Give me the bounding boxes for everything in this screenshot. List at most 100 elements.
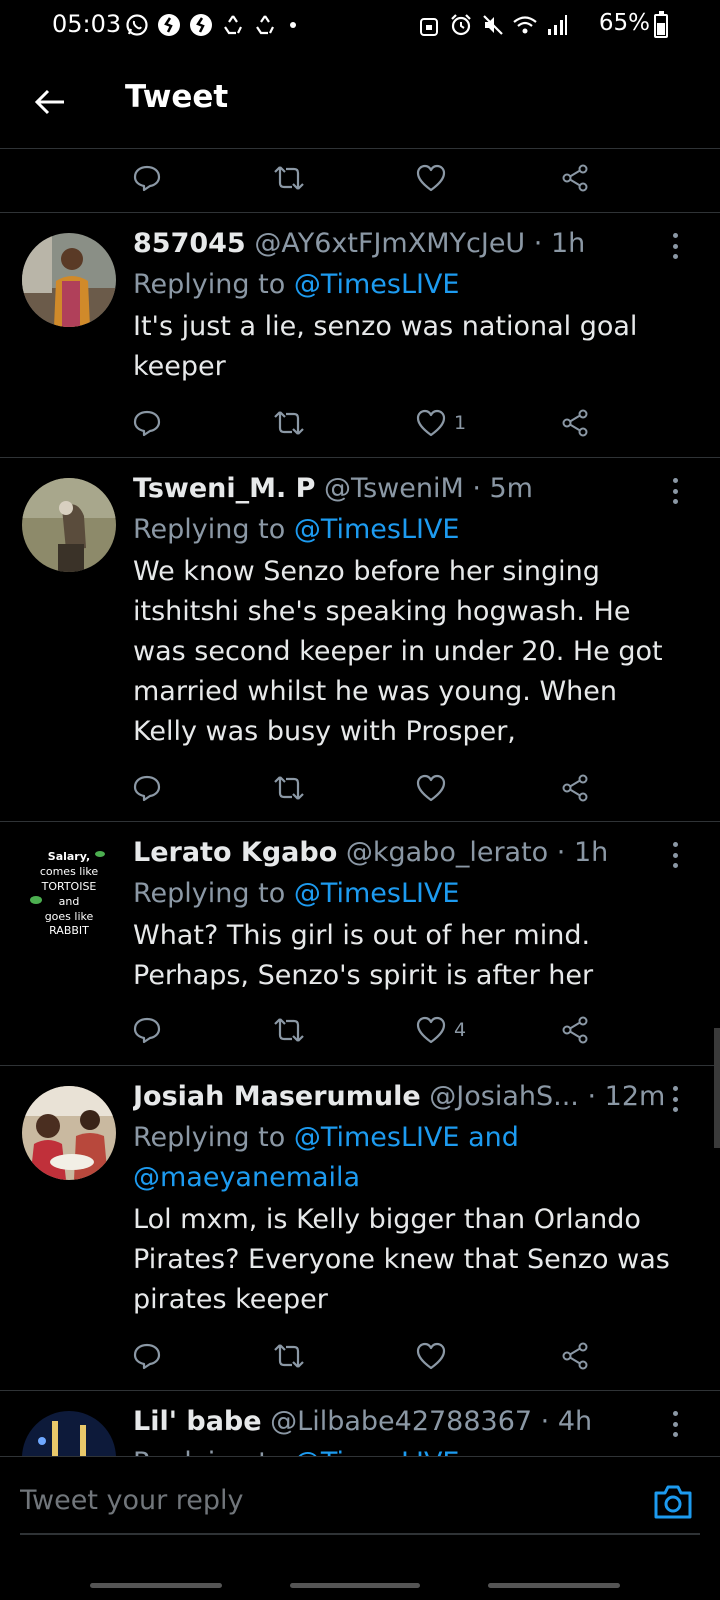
reply-input[interactable] xyxy=(20,1475,620,1525)
reply-button[interactable] xyxy=(132,403,162,443)
reply-bar xyxy=(0,1456,720,1600)
reply-icon xyxy=(133,775,161,802)
display-name[interactable]: Josiah Maserumule xyxy=(133,1081,421,1112)
mention-link[interactable]: @TimesLIVE xyxy=(294,514,460,545)
tweet-header: Josiah Maserumule @JosiahS... · 12m xyxy=(133,1081,666,1112)
like-count: 4 xyxy=(454,1019,467,1041)
wifi-icon xyxy=(512,12,538,38)
tweet-text: Lol mxm, is Kelly bigger than Orlando Pi… xyxy=(133,1204,670,1315)
user-handle[interactable]: @Lilbabe42788367 xyxy=(270,1406,532,1437)
share-button[interactable] xyxy=(560,1010,590,1050)
user-handle[interactable]: @TsweniM xyxy=(324,473,464,504)
alarm-lock-icon xyxy=(416,12,442,38)
reply-button[interactable] xyxy=(132,1336,162,1376)
tweet-time: 1h xyxy=(550,228,586,259)
avatar[interactable] xyxy=(22,1411,116,1456)
reply-icon xyxy=(133,1017,161,1044)
battery-percent: 65% xyxy=(598,10,650,36)
more-options-icon[interactable] xyxy=(670,478,680,504)
retweet-icon xyxy=(274,1344,304,1368)
user-handle[interactable]: @kgabo_lerato xyxy=(346,837,548,868)
system-icons xyxy=(416,12,570,38)
more-options-icon[interactable] xyxy=(670,842,680,868)
reply-button[interactable] xyxy=(132,768,162,808)
like-button[interactable] xyxy=(416,158,446,198)
mention-link[interactable]: @TimesLIVE xyxy=(294,878,460,909)
tweet-text: What? This girl is out of her mind. Perh… xyxy=(133,920,594,991)
avatar-text: Salary, xyxy=(48,850,90,863)
share-button[interactable] xyxy=(560,158,590,198)
retweet-icon xyxy=(274,776,304,800)
like-button[interactable]: 1 xyxy=(416,403,466,443)
back-arrow-icon xyxy=(34,89,64,115)
more-options-icon[interactable] xyxy=(670,1086,680,1112)
page-title: Tweet xyxy=(125,79,229,115)
display-name[interactable]: 857045 xyxy=(133,228,246,259)
reply-icon xyxy=(133,1343,161,1370)
share-icon xyxy=(562,774,588,802)
like-button[interactable] xyxy=(416,1336,446,1376)
camera-icon xyxy=(654,1485,692,1519)
scrollbar[interactable] xyxy=(714,1028,720,1148)
tweet-reply[interactable]: 857045 @AY6xtFJmXMYcJeU · 1h Replying to… xyxy=(0,213,720,456)
shazam-icon xyxy=(156,12,182,38)
retweet-icon xyxy=(274,1018,304,1042)
avatar-text: and xyxy=(59,895,80,908)
display-name[interactable]: Tsweni_M. P xyxy=(133,473,315,504)
more-options-icon[interactable] xyxy=(670,1411,680,1437)
share-icon xyxy=(562,1016,588,1044)
retweet-button[interactable] xyxy=(272,1010,306,1050)
tweet-actions xyxy=(132,1336,612,1376)
replying-to: Replying to @TimesLIVE xyxy=(133,1443,680,1456)
recycle-icon xyxy=(220,12,246,38)
like-count: 1 xyxy=(454,412,467,434)
tweet-header: Tsweni_M. P @TsweniM · 5m xyxy=(133,473,533,504)
user-handle[interactable]: @AY6xtFJmXMYcJeU xyxy=(254,228,525,259)
avatar[interactable] xyxy=(22,233,116,327)
avatar[interactable] xyxy=(22,1086,116,1180)
share-icon xyxy=(562,164,588,192)
tweet-actions xyxy=(132,768,612,808)
tweet-reply[interactable]: Tsweni_M. P @TsweniM · 5m Replying to @T… xyxy=(0,458,720,820)
alarm-icon xyxy=(448,12,474,38)
status-time: 05:03 xyxy=(52,10,122,38)
retweet-button[interactable] xyxy=(272,158,306,198)
reply-icon xyxy=(133,410,161,437)
share-icon xyxy=(562,409,588,437)
replying-to: Replying to @TimesLIVE xyxy=(133,514,460,545)
like-button[interactable] xyxy=(416,768,446,808)
status-bar: 05:03 65% xyxy=(0,0,720,52)
retweet-button[interactable] xyxy=(272,768,306,808)
tweet-text: It's just a lie, senzo was national goal… xyxy=(133,311,638,382)
tweet-reply[interactable]: Lil' babe @Lilbabe42788367 · 4h Replying… xyxy=(0,1391,720,1456)
tweet-time: 1h xyxy=(573,837,609,868)
nav-recents[interactable] xyxy=(90,1583,222,1588)
mention-link[interactable]: @TimesLIVE xyxy=(294,269,460,300)
replying-to: Replying to @TimesLIVE xyxy=(133,878,460,909)
reply-button[interactable] xyxy=(132,158,162,198)
reply-button[interactable] xyxy=(132,1010,162,1050)
heart-icon xyxy=(416,164,446,192)
display-name[interactable]: Lil' babe xyxy=(133,1406,262,1437)
back-button[interactable] xyxy=(30,82,70,122)
retweet-button[interactable] xyxy=(272,1336,306,1376)
share-button[interactable] xyxy=(560,768,590,808)
camera-button[interactable] xyxy=(652,1481,694,1523)
share-button[interactable] xyxy=(560,1336,590,1376)
tweet-reply[interactable]: Salary, comes like TORTOISE and goes lik… xyxy=(0,822,720,1064)
nav-back[interactable] xyxy=(488,1583,620,1588)
nav-home[interactable] xyxy=(290,1583,420,1588)
mute-icon xyxy=(480,12,506,38)
mention-link[interactable]: @TimesLIVE xyxy=(294,1447,460,1456)
share-button[interactable] xyxy=(560,403,590,443)
avatar[interactable] xyxy=(22,478,116,572)
tweet-reply[interactable]: Josiah Maserumule @JosiahS... · 12m Repl… xyxy=(0,1066,720,1389)
display-name[interactable]: Lerato Kgabo xyxy=(133,837,337,868)
user-handle[interactable]: @JosiahS... xyxy=(429,1081,579,1112)
avatar[interactable]: Salary, comes like TORTOISE and goes lik… xyxy=(22,842,116,936)
retweet-button[interactable] xyxy=(272,403,306,443)
heart-icon xyxy=(416,774,446,802)
main-tweet-actions xyxy=(132,158,612,198)
like-button[interactable]: 4 xyxy=(416,1010,466,1050)
more-options-icon[interactable] xyxy=(670,233,680,259)
